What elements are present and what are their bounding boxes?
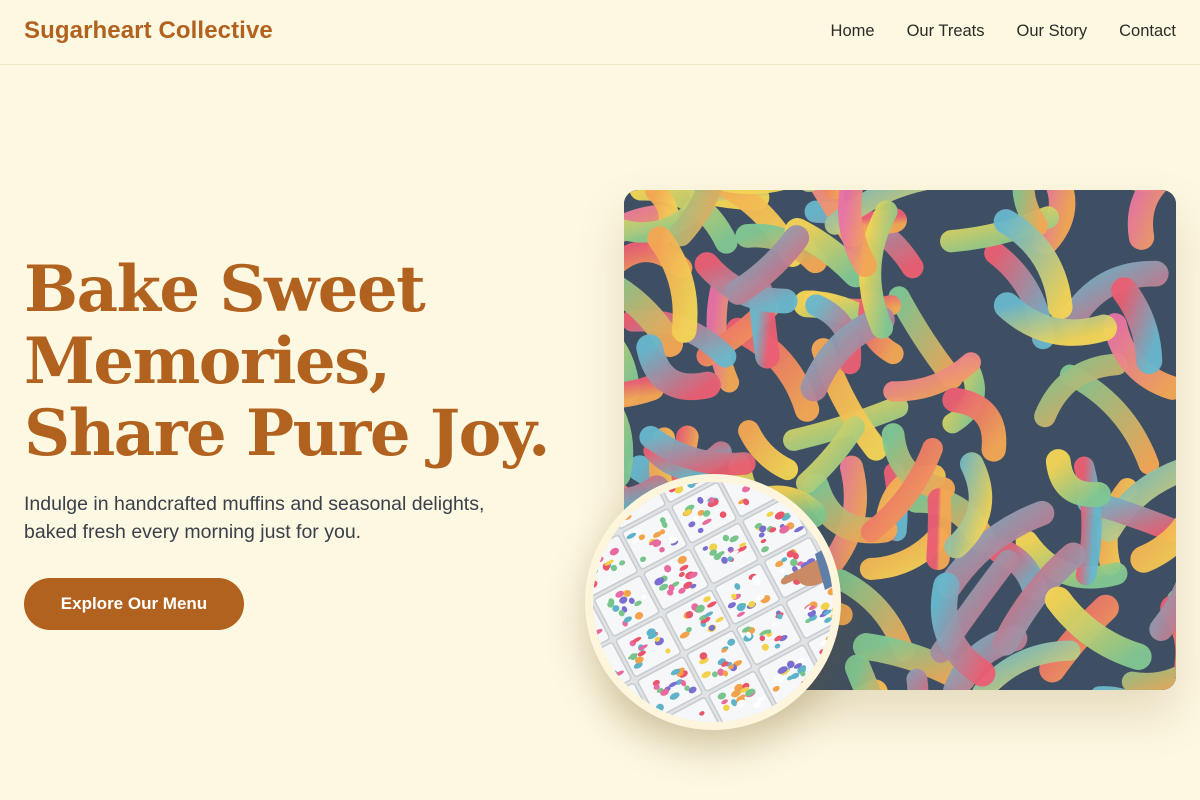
nav-home[interactable]: Home <box>831 22 875 41</box>
wrapped-candy <box>829 555 833 564</box>
wrapped-candy <box>612 705 619 711</box>
bins-grid <box>593 482 833 722</box>
wrapped-candy <box>593 630 594 636</box>
hero-subtitle-line: Indulge in handcrafted muffins and seaso… <box>24 493 485 515</box>
main-nav: Home Our Treats Our Story Contact <box>831 22 1176 41</box>
wrapped-candy <box>621 695 628 702</box>
wrapped-candy <box>809 705 817 712</box>
wrapped-candy <box>593 674 594 679</box>
wrapped-candy <box>828 639 833 645</box>
wrapped-candy <box>614 715 621 720</box>
wrapped-candy <box>601 710 611 717</box>
wrapped-candy <box>830 634 833 640</box>
candy-bins-image <box>585 474 841 730</box>
wrapped-candy <box>594 661 604 669</box>
wrapped-candy <box>624 705 633 712</box>
site-header: Sugarheart Collective Home Our Treats Ou… <box>0 0 1200 65</box>
wrapped-candy <box>624 706 631 712</box>
wrapped-candy <box>612 502 622 509</box>
wrapped-candy <box>593 563 595 570</box>
hero-title: Bake Sweet Memories, Share Pure Joy. <box>24 254 584 470</box>
wrapped-candy <box>809 714 815 721</box>
page: Sugarheart Collective Home Our Treats Ou… <box>0 0 1200 800</box>
nav-our-story[interactable]: Our Story <box>1017 22 1088 41</box>
wrapped-candy <box>607 673 614 680</box>
nav-contact[interactable]: Contact <box>1119 22 1176 41</box>
wrapped-candy <box>629 705 637 711</box>
wrapped-candy <box>791 721 799 722</box>
wrapped-candy <box>816 712 825 719</box>
wrapped-candy <box>595 670 602 677</box>
wrapped-candy <box>593 524 595 532</box>
wrapped-candy <box>595 686 601 693</box>
wrapped-candy <box>622 693 632 701</box>
wrapped-candy <box>821 708 828 715</box>
hero-title-line: Share Pure Joy. <box>24 396 550 471</box>
hero-title-line: Bake Sweet <box>24 252 426 327</box>
wrapped-candy <box>607 705 618 715</box>
wrapped-candy <box>593 527 594 535</box>
hero-subtitle: Indulge in handcrafted muffins and seaso… <box>24 490 564 546</box>
wrapped-candy <box>593 529 596 538</box>
wrapped-candy <box>593 677 595 684</box>
wrapped-candy <box>593 706 603 714</box>
wrapped-candy <box>795 707 805 715</box>
hero-subtitle-line: baked fresh every morning just for you. <box>24 521 362 543</box>
wrapped-candy <box>594 668 604 676</box>
wrapped-candy <box>593 563 595 571</box>
wrapped-candy <box>823 650 830 656</box>
hero-title-line: Memories, <box>24 324 391 399</box>
wrapped-candy <box>593 676 594 684</box>
wrapped-candy <box>593 531 597 539</box>
brand-logo[interactable]: Sugarheart Collective <box>24 17 273 45</box>
wrapped-candy <box>796 704 804 710</box>
wrapped-candy <box>613 703 624 711</box>
wrapped-candy <box>798 713 807 722</box>
candy-bins-illustration <box>593 482 833 722</box>
explore-menu-button[interactable]: Explore Our Menu <box>24 578 244 630</box>
wrapped-candy <box>634 704 642 711</box>
wrapped-candy <box>601 663 610 671</box>
wrapped-candy <box>630 714 640 722</box>
wrapped-candy <box>635 704 644 710</box>
wrapped-candy <box>748 482 754 486</box>
wrapped-candy <box>606 707 616 715</box>
wrapped-candy <box>593 691 594 698</box>
wrapped-candy <box>593 674 598 679</box>
wrapped-candy <box>792 720 801 722</box>
wrapped-candy <box>819 715 830 722</box>
wrapped-candy <box>812 704 820 711</box>
nav-our-treats[interactable]: Our Treats <box>907 22 985 41</box>
wrapped-candy <box>593 681 594 688</box>
wrapped-candy <box>811 702 818 708</box>
wrapped-candy <box>595 523 603 531</box>
